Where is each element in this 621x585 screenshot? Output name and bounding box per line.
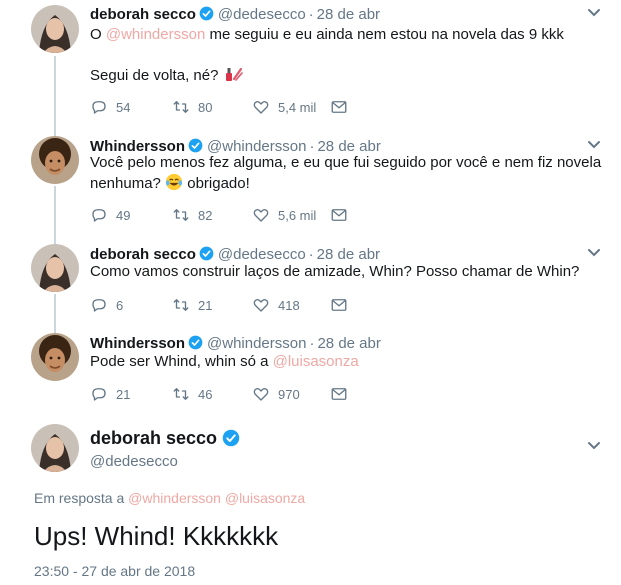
like-icon — [253, 208, 269, 222]
reply-icon — [92, 388, 106, 401]
display-name[interactable]: deborah secco — [90, 246, 196, 263]
handle[interactable]: @dedesecco — [218, 246, 306, 263]
like-icon — [253, 100, 269, 114]
display-name[interactable]: Whindersson — [90, 335, 185, 352]
reply-button[interactable]: 6 — [90, 295, 123, 315]
direct-message-button[interactable] — [330, 97, 348, 117]
reply-icon — [92, 209, 106, 222]
tweet-time[interactable]: 28 de abr — [317, 335, 380, 352]
tweet[interactable]: deborah secco @dedesecco · 28 de abr Como v… — [0, 240, 621, 322]
retweet-icon — [173, 101, 189, 113]
retweet-icon — [173, 388, 189, 400]
mention-link[interactable]: @whindersson — [128, 490, 221, 506]
avatar[interactable] — [31, 424, 79, 472]
tweet-text: Pode ser Whind, whin só a @luisasonza — [90, 353, 359, 370]
direct-message-icon — [331, 101, 347, 113]
tweet-time[interactable]: 28 de abr — [317, 246, 380, 263]
handle[interactable]: @dedesecco — [218, 6, 306, 23]
separator-dot: · — [308, 6, 314, 23]
tweet-actions: 21 46 970 — [90, 384, 390, 404]
tweet-text: nenhuma? obrigado! — [90, 173, 250, 197]
direct-message-button[interactable] — [330, 295, 348, 315]
verified-badge-icon — [199, 6, 214, 21]
nail-polish-emoji — [223, 65, 243, 89]
handle[interactable]: @whindersson — [207, 335, 306, 352]
retweet-button[interactable]: 21 — [172, 295, 212, 315]
tweet-text: O @whindersson me seguiu e eu ainda nem … — [90, 26, 564, 43]
verified-badge-icon — [222, 429, 240, 447]
separator-dot: · — [308, 246, 314, 263]
verified-badge-icon — [188, 138, 203, 153]
like-button[interactable]: 970 — [252, 384, 300, 404]
direct-message-icon — [331, 299, 347, 311]
chevron-down-icon[interactable] — [587, 248, 601, 258]
separator-dot: · — [309, 335, 315, 352]
display-name[interactable]: deborah secco — [90, 6, 196, 23]
direct-message-icon — [331, 209, 347, 221]
main-display-name[interactable]: deborah secco — [90, 427, 240, 449]
retweet-button[interactable]: 46 — [172, 384, 212, 404]
reply-context: Em resposta a @whindersson @luisasonza — [34, 490, 306, 506]
retweet-button[interactable]: 82 — [172, 205, 212, 225]
mention-link[interactable]: @whindersson — [106, 26, 205, 43]
tweet-header: Whindersson @whindersson · 28 de abr — [90, 334, 381, 354]
reply-icon — [92, 299, 106, 312]
reply-button[interactable]: 21 — [90, 384, 130, 404]
retweet-icon — [173, 299, 189, 311]
tweet-actions: 6 21 418 — [90, 295, 390, 315]
chevron-down-icon[interactable] — [587, 8, 601, 18]
retweet-icon — [173, 209, 189, 221]
like-button[interactable]: 5,4 mil — [252, 97, 316, 117]
tweet[interactable]: Whindersson @whindersson · 28 de abr Pode s… — [0, 329, 621, 411]
like-icon — [253, 387, 269, 401]
like-icon — [253, 298, 269, 312]
tweet-actions: 49 82 5,6 mil — [90, 205, 390, 225]
like-button[interactable]: 5,6 mil — [252, 205, 316, 225]
tweet[interactable]: deborah secco @dedesecco · 28 de abr O @whi… — [0, 0, 621, 126]
avatar[interactable] — [31, 244, 79, 292]
tweet-actions: 54 80 5,4 mil — [90, 97, 390, 117]
avatar[interactable] — [31, 333, 79, 381]
avatar[interactable] — [31, 136, 79, 184]
verified-badge-icon — [188, 335, 203, 350]
mention-link[interactable]: @luisasonza — [225, 490, 305, 506]
mention-link[interactable]: @luisasonza — [273, 353, 359, 370]
tweet-time[interactable]: 28 de abr — [317, 6, 380, 23]
tweet[interactable]: Whindersson @whindersson · 28 de abr Você p… — [0, 132, 621, 232]
main-handle[interactable]: @dedesecco — [90, 452, 178, 472]
main-timestamp[interactable]: 23:50 - 27 de abr de 2018 — [34, 563, 195, 579]
tweet-text: Como vamos construir laços de amizade, W… — [90, 263, 580, 280]
tweet-header: deborah secco @dedesecco · 28 de abr — [90, 5, 380, 25]
direct-message-button[interactable] — [330, 205, 348, 225]
like-button[interactable]: 418 — [252, 295, 300, 315]
retweet-button[interactable]: 80 — [172, 97, 212, 117]
avatar[interactable] — [31, 5, 79, 53]
verified-badge-icon — [199, 246, 214, 261]
chevron-down-icon[interactable] — [587, 140, 601, 150]
tears-of-joy-emoji — [165, 173, 183, 197]
direct-message-button[interactable] — [330, 384, 348, 404]
reply-button[interactable]: 54 — [90, 97, 130, 117]
chevron-down-icon[interactable] — [587, 441, 601, 451]
reply-icon — [92, 101, 106, 114]
tweet-text: Você pelo menos fez alguma, e eu que fui… — [90, 154, 602, 171]
tweet-text: Segui de volta, né? — [90, 65, 243, 89]
reply-button[interactable]: 49 — [90, 205, 130, 225]
direct-message-icon — [331, 388, 347, 400]
main-tweet-text: Ups! Whind! Kkkkkkk — [34, 521, 279, 551]
